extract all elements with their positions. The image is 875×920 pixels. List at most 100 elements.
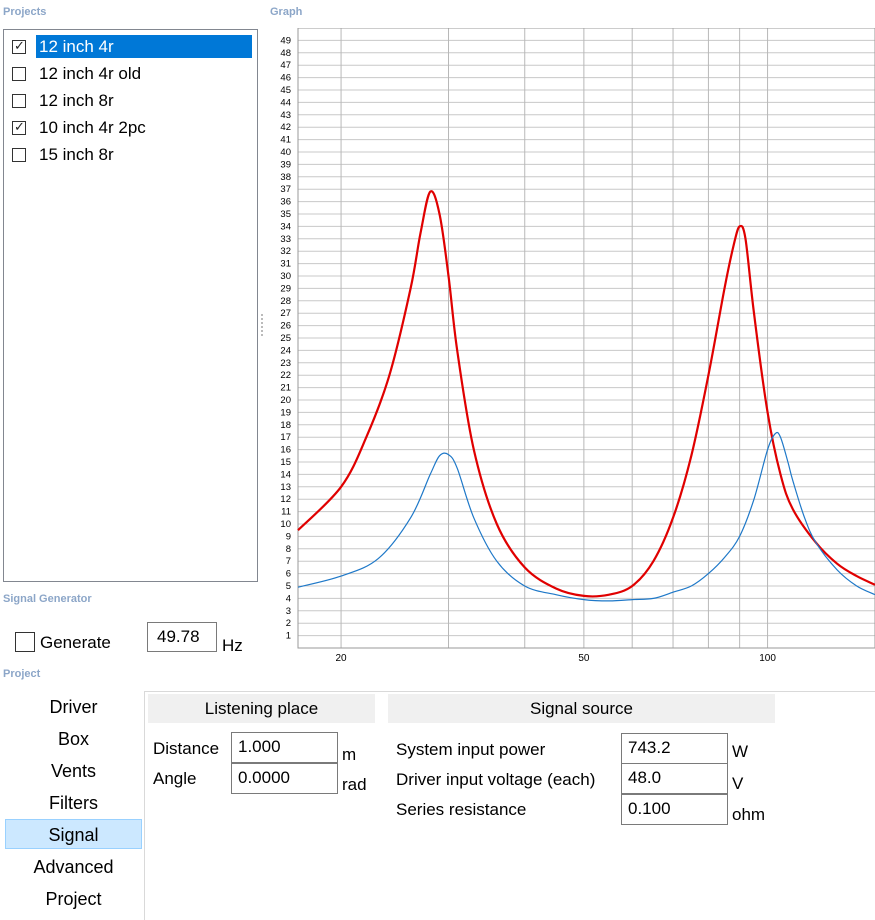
y-tick-label: 25 (280, 333, 291, 344)
power-label: System input power (396, 740, 546, 759)
y-tick-label: 9 (286, 531, 291, 542)
series-line-red (297, 190, 875, 598)
y-tick-label: 36 (280, 197, 291, 208)
y-tick-label: 8 (286, 544, 291, 555)
frequency-input[interactable]: 49.78 (147, 622, 217, 652)
distance-unit: m (342, 745, 357, 764)
x-tick-label: 20 (336, 653, 348, 664)
signal-source-header: Signal source (388, 694, 775, 723)
project-item[interactable]: 12 inch 4r old (8, 61, 256, 87)
voltage-label: Driver input voltage (each) (396, 770, 596, 789)
angle-field[interactable]: 0.0000 (231, 763, 338, 794)
y-tick-label: 16 (280, 445, 291, 456)
y-tick-label: 35 (280, 209, 291, 220)
projects-section-label: Projects (3, 6, 47, 18)
y-tick-label: 40 (280, 147, 291, 158)
project-item[interactable]: 15 inch 8r (8, 142, 256, 168)
y-tick-label: 2 (286, 618, 291, 629)
nav-item-vents[interactable]: Vents (5, 756, 142, 786)
resistance-unit: ohm (732, 805, 766, 824)
y-tick-label: 15 (280, 457, 291, 468)
check-icon: ✓ (14, 119, 25, 134)
y-tick-label: 31 (280, 259, 291, 270)
y-tick-label: 5 (286, 581, 291, 592)
y-tick-label: 43 (280, 110, 291, 121)
project-checkbox[interactable] (12, 94, 26, 108)
y-tick-label: 32 (280, 246, 291, 257)
nav-item-box[interactable]: Box (5, 724, 142, 754)
y-tick-label: 11 (281, 507, 291, 518)
project-item[interactable]: ✓ 12 inch 4r (8, 34, 256, 60)
resistance-field[interactable]: 0.100 (621, 794, 728, 825)
y-tick-label: 29 (280, 283, 291, 294)
y-tick-label: 46 (280, 73, 291, 84)
y-tick-label: 47 (280, 60, 291, 71)
voltage-field[interactable]: 48.0 (621, 763, 728, 794)
y-tick-label: 45 (280, 85, 291, 96)
y-tick-label: 39 (280, 159, 291, 170)
y-tick-label: 28 (280, 296, 291, 307)
x-tick-label: 50 (578, 653, 590, 664)
nav-item-advanced[interactable]: Advanced (5, 852, 142, 882)
nav-item-project[interactable]: Project (5, 884, 142, 914)
y-tick-label: 1 (286, 631, 291, 642)
y-tick-label: 48 (280, 48, 291, 59)
y-tick-label: 6 (286, 569, 291, 580)
listening-place-header: Listening place (148, 694, 375, 723)
y-tick-label: 7 (286, 556, 291, 567)
distance-field[interactable]: 1.000 (231, 732, 338, 763)
y-tick-label: 19 (280, 407, 291, 418)
project-checkbox[interactable] (12, 67, 26, 81)
power-field[interactable]: 743.2 (621, 733, 728, 764)
graph-section-label: Graph (270, 6, 303, 18)
generate-label: Generate (40, 633, 111, 652)
projects-list[interactable]: ✓ 12 inch 4r 12 inch 4r old 12 inch 8r ✓… (3, 29, 258, 582)
project-name: 12 inch 8r (39, 91, 114, 110)
project-item[interactable]: ✓ 10 inch 4r 2pc (8, 115, 256, 141)
frequency-unit: Hz (222, 636, 243, 655)
project-name: 12 inch 4r old (39, 64, 142, 83)
y-tick-label: 41 (280, 135, 291, 146)
y-tick-label: 26 (280, 321, 291, 332)
project-checkbox[interactable]: ✓ (12, 119, 26, 135)
angle-label: Angle (153, 769, 197, 788)
y-tick-label: 18 (280, 420, 291, 431)
project-section-label: Project (3, 668, 41, 680)
nav-item-driver[interactable]: Driver (5, 692, 142, 722)
y-tick-label: 13 (280, 482, 291, 493)
y-tick-label: 34 (280, 221, 291, 232)
project-checkbox[interactable]: ✓ (12, 38, 26, 54)
y-tick-label: 38 (280, 172, 291, 183)
series-line-blue (297, 431, 875, 602)
y-tick-label: 3 (286, 606, 291, 617)
y-tick-label: 49 (280, 35, 291, 46)
y-tick-label: 33 (280, 234, 291, 245)
y-tick-label: 30 (280, 271, 291, 282)
y-tick-label: 37 (280, 184, 291, 195)
generate-checkbox[interactable] (15, 632, 35, 652)
power-unit: W (732, 742, 749, 761)
distance-label: Distance (153, 739, 220, 758)
y-tick-label: 10 (280, 519, 291, 530)
nav-item-signal[interactable]: Signal (5, 819, 142, 849)
resistance-label: Series resistance (396, 800, 527, 819)
project-name: 15 inch 8r (39, 145, 114, 164)
x-tick-label: 100 (759, 653, 776, 664)
voltage-unit: V (732, 774, 744, 793)
check-icon: ✓ (14, 38, 25, 53)
project-checkbox[interactable] (12, 148, 26, 162)
y-tick-label: 21 (280, 383, 291, 394)
project-item[interactable]: 12 inch 8r (8, 88, 256, 114)
y-tick-label: 4 (286, 593, 291, 604)
y-tick-label: 44 (280, 97, 291, 108)
y-tick-label: 42 (280, 122, 291, 133)
y-tick-label: 22 (280, 370, 291, 381)
y-tick-label: 23 (280, 358, 291, 369)
nav-item-filters[interactable]: Filters (5, 788, 142, 818)
y-tick-label: 14 (280, 469, 291, 480)
angle-unit: rad (342, 775, 367, 794)
signal-generator-section-label: Signal Generator (3, 593, 92, 605)
y-tick-label: 24 (280, 345, 291, 356)
y-tick-label: 17 (280, 432, 291, 443)
response-graph: 1234567891011121314151617181920212223242… (280, 28, 875, 664)
